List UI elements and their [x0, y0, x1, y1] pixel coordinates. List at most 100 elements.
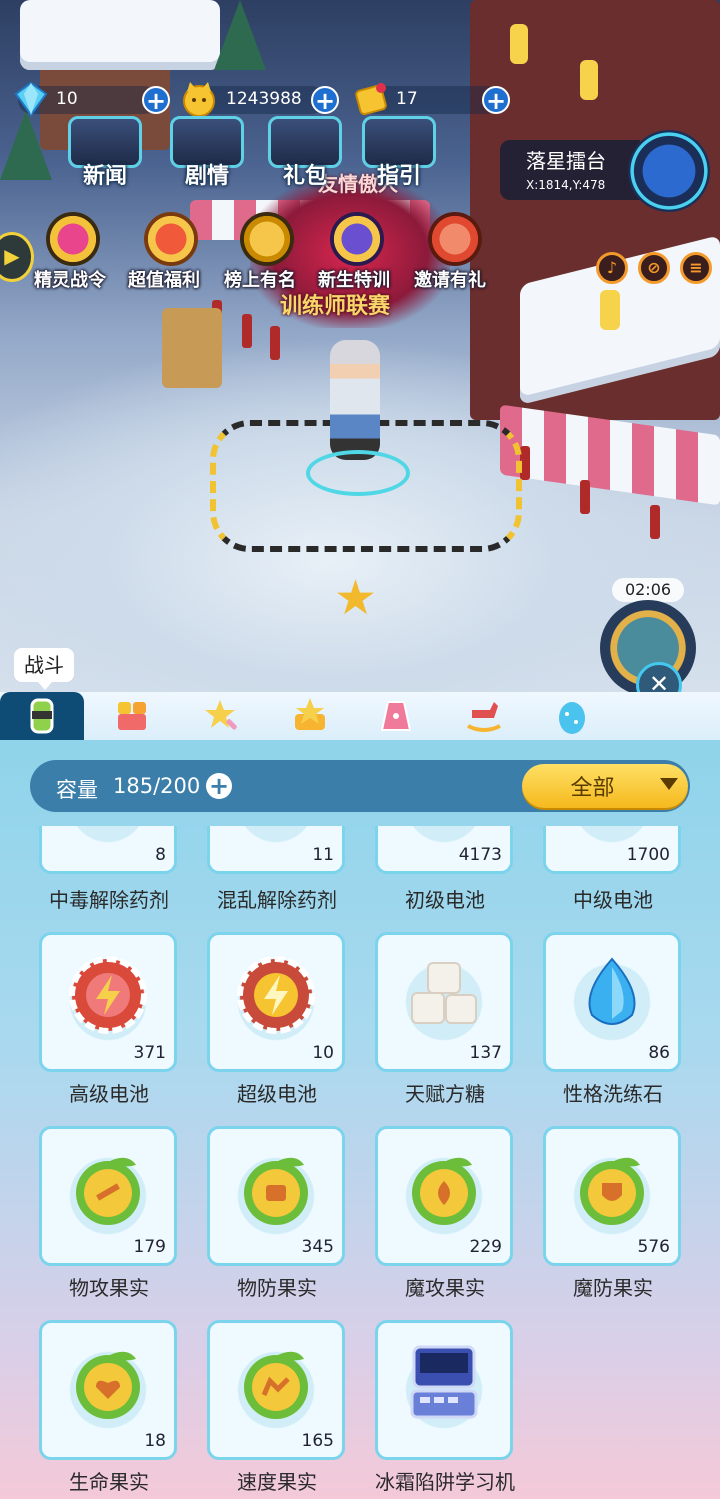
arena-title: 落星擂台 [526, 149, 606, 173]
signpost[interactable] [162, 308, 222, 388]
item-count: 576 [637, 1237, 670, 1257]
menu-list-icon[interactable]: ≡ [680, 252, 712, 284]
activity-label-welfare: 超值福利 [128, 270, 200, 291]
star-box-tab-icon [295, 698, 325, 730]
capacity-label: 容量 [56, 778, 98, 802]
player-ring [306, 450, 410, 496]
item-name: 性格洗练石 [563, 1082, 663, 1106]
item-cell[interactable]: 1700 [543, 826, 681, 874]
item-cell[interactable]: 18 [39, 1320, 177, 1460]
item-name: 冰霜陷阱学习机 [375, 1470, 515, 1494]
item-cell[interactable]: 11 [207, 826, 345, 874]
egg-tab-icon [559, 702, 585, 734]
item-cell[interactable]: 8 [39, 826, 177, 874]
add-ticket-button[interactable]: + [482, 86, 510, 114]
tab-star-wand[interactable] [180, 692, 264, 740]
item-count: 8 [155, 845, 166, 865]
diamond-icon [12, 80, 50, 118]
sugar-cube-icon [411, 962, 477, 1024]
item-count: 10 [312, 1043, 334, 1063]
value-welfare-button[interactable] [136, 212, 206, 272]
fruit-icon [244, 1351, 308, 1419]
newbie-training-button[interactable] [322, 212, 392, 272]
news-label: 新闻 [82, 164, 127, 189]
item-name: 初级电池 [405, 888, 485, 912]
item-cell[interactable]: 229 [375, 1126, 513, 1266]
active-tab-tooltip: 战斗 [14, 648, 74, 690]
tab-blocks[interactable] [90, 692, 174, 740]
map-icon[interactable] [628, 130, 710, 212]
fruit-icon [76, 1157, 140, 1225]
rocking-horse-tab-icon [467, 702, 501, 732]
window-3 [600, 290, 620, 330]
tab-egg[interactable] [530, 692, 614, 740]
battle-pass-icon [46, 212, 100, 266]
item-name: 中毒解除药剂 [49, 888, 169, 912]
item-count: 345 [301, 1237, 334, 1257]
star-wand-tab-icon [205, 700, 237, 730]
fruit-icon [244, 1157, 308, 1225]
gift-pack-label: 礼包 [282, 164, 327, 189]
trophy-icon [240, 212, 294, 266]
item-cell[interactable]: 179 [39, 1126, 177, 1266]
item-name: 物防果实 [237, 1276, 317, 1300]
guide-button[interactable]: 指引 [356, 110, 442, 190]
expand-capacity-button[interactable]: + [206, 773, 232, 799]
item-count: 11 [312, 845, 334, 865]
fence-post [270, 326, 280, 360]
activity-label-leaderboard: 榜上有名 [224, 270, 296, 291]
fruit-icon [580, 1157, 644, 1225]
tab-star-box[interactable] [268, 692, 352, 740]
item-cell[interactable]: 345 [207, 1126, 345, 1266]
guide-label: 指引 [376, 164, 421, 189]
item-name: 魔防果实 [573, 1276, 653, 1300]
invite-button[interactable] [420, 212, 490, 272]
item-cell[interactable]: 137 [375, 932, 513, 1072]
item-cell[interactable]: 4173 [375, 826, 513, 874]
blocks-tab-icon [118, 702, 146, 730]
gift-box-icon [144, 212, 198, 266]
mute-sound-icon[interactable]: ⊘ [638, 252, 670, 284]
item-cell[interactable]: 86 [543, 932, 681, 1072]
battery-super-icon [237, 956, 315, 1034]
item-cell[interactable]: 10 [207, 932, 345, 1072]
item-grid[interactable]: 8 11 4173 1700 中毒解除药剂 混乱解除药剂 初级电池 中级电池 3… [0, 826, 720, 1499]
tab-battle[interactable] [0, 692, 84, 740]
chevron-down-icon[interactable] [660, 778, 678, 790]
battle-pass-button[interactable] [38, 212, 108, 272]
fruit-icon [76, 1351, 140, 1419]
item-cell[interactable]: 371 [39, 932, 177, 1072]
story-button[interactable]: 剧情 [164, 110, 250, 190]
battery-advanced-icon [69, 956, 147, 1034]
ticket-count: 17 [396, 89, 418, 109]
item-count: 18 [144, 1431, 166, 1451]
item-cell[interactable]: 576 [543, 1126, 681, 1266]
item-name: 生命果实 [69, 1470, 149, 1494]
item-name: 速度果实 [237, 1470, 317, 1494]
item-cell[interactable] [375, 1320, 513, 1460]
player-character[interactable] [330, 340, 380, 460]
tab-toy[interactable] [442, 692, 526, 740]
window-2 [580, 60, 598, 100]
mute-music-icon[interactable]: ♪ [596, 252, 628, 284]
event-banner-title[interactable]: 训练师联赛 [280, 288, 390, 320]
tab-costume[interactable] [354, 692, 438, 740]
item-count: 86 [648, 1043, 670, 1063]
star-badge-icon [330, 212, 384, 266]
star-pickup[interactable]: ★ [334, 574, 377, 622]
item-name: 高级电池 [69, 1082, 149, 1106]
fence-post [650, 505, 660, 539]
gift-pack-button[interactable]: 礼包 [262, 110, 348, 190]
item-count: 179 [133, 1237, 166, 1257]
activity-label-training: 新生特训 [318, 270, 390, 291]
item-name: 超级电池 [237, 1082, 317, 1106]
item-count: 137 [469, 1043, 502, 1063]
blue-gem-icon [588, 957, 636, 1025]
news-button[interactable]: 新闻 [62, 110, 148, 190]
leaderboard-button[interactable] [232, 212, 302, 272]
item-name: 混乱解除药剂 [217, 888, 337, 912]
boss-timer: 02:06 [612, 578, 684, 602]
item-cell[interactable]: 165 [207, 1320, 345, 1460]
invite-letter-icon [428, 212, 482, 266]
coin-count: 1243988 [226, 89, 302, 109]
